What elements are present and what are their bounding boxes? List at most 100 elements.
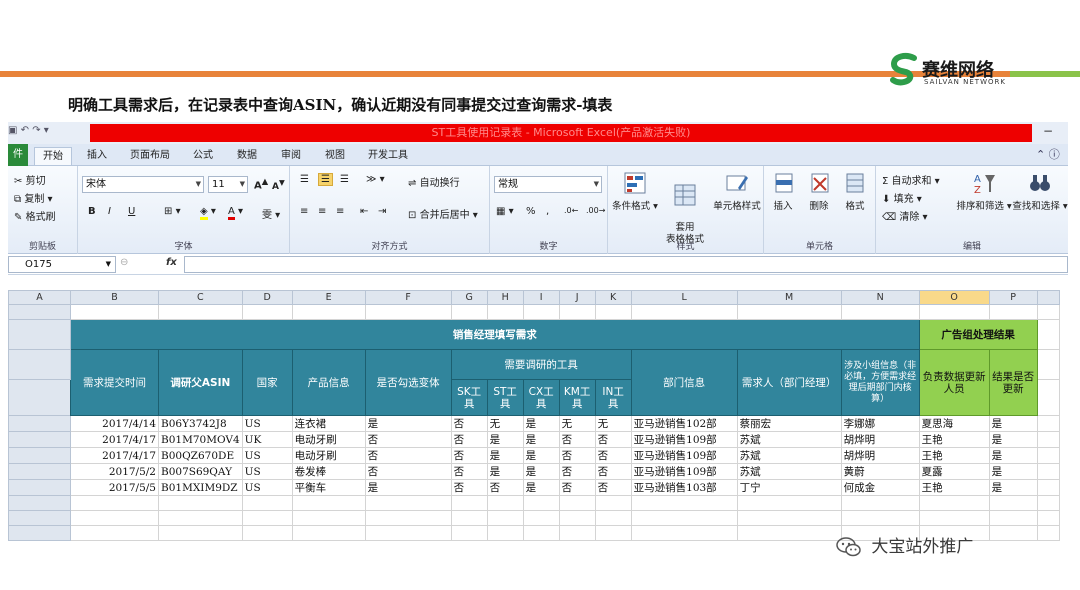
cell-updated[interactable]: 是 — [988, 431, 1038, 448]
tab-insert[interactable]: 插入 — [80, 147, 114, 165]
row-header[interactable] — [8, 319, 71, 350]
comma-button[interactable]: , — [546, 206, 549, 217]
cell-st[interactable]: 是 — [486, 447, 524, 464]
cell[interactable] — [736, 304, 842, 320]
tab-home[interactable]: 开始 — [34, 147, 72, 165]
cell-time[interactable]: 2017/4/17 — [70, 447, 159, 464]
cell[interactable] — [558, 510, 596, 526]
cell[interactable] — [291, 304, 366, 320]
cell-in[interactable]: 无 — [594, 415, 632, 432]
insert-function-icon[interactable]: fx — [166, 257, 177, 268]
cell-dept[interactable]: 亚马逊销售103部 — [630, 479, 738, 496]
cell[interactable] — [364, 495, 452, 511]
cell[interactable] — [1036, 431, 1060, 448]
cell[interactable] — [486, 304, 524, 320]
row-header[interactable] — [8, 379, 71, 416]
cell[interactable] — [988, 510, 1038, 526]
cell[interactable] — [291, 525, 366, 541]
cell[interactable] — [450, 495, 488, 511]
tab-page-layout[interactable]: 页面布局 — [124, 147, 176, 165]
cell[interactable] — [1036, 304, 1060, 320]
formula-input[interactable] — [184, 256, 1068, 273]
formula-bar-expand-icon[interactable]: ⊖ — [120, 257, 128, 268]
column-header[interactable]: D — [241, 290, 293, 305]
cell-team[interactable]: 黄蔚 — [840, 463, 920, 480]
cell[interactable] — [594, 495, 632, 511]
cell-team[interactable]: 何成金 — [840, 479, 920, 496]
cell[interactable] — [70, 495, 159, 511]
row-header[interactable] — [8, 415, 71, 432]
font-color-button[interactable]: A ▾ — [228, 206, 243, 220]
cell-cx[interactable]: 是 — [522, 431, 560, 448]
cell-product[interactable]: 电动牙刷 — [291, 431, 366, 448]
underline-button[interactable]: U — [128, 206, 135, 217]
cell-asin[interactable]: B007S69QAY — [158, 463, 243, 480]
cell-requester[interactable]: 苏斌 — [736, 431, 842, 448]
cell[interactable] — [988, 304, 1038, 320]
cell[interactable] — [630, 525, 738, 541]
cell-variant[interactable]: 否 — [364, 431, 452, 448]
cell[interactable] — [736, 510, 842, 526]
font-size-select[interactable]: 11 ▼ — [208, 176, 248, 193]
cell-product[interactable]: 卷发棒 — [291, 463, 366, 480]
copy-button[interactable]: ⧉ 复制 ▾ — [14, 190, 53, 205]
header-tool-sk[interactable]: SK工具 — [450, 379, 488, 416]
column-header[interactable]: F — [364, 290, 452, 305]
cell-team[interactable]: 胡烨明 — [840, 431, 920, 448]
column-header-selected[interactable]: O — [918, 290, 990, 305]
header-tools-group[interactable]: 需要调研的工具 — [450, 349, 632, 380]
bold-button[interactable]: B — [88, 206, 96, 217]
cell[interactable] — [364, 304, 452, 320]
tab-formulas[interactable]: 公式 — [186, 147, 220, 165]
fill-button[interactable]: ⬇ 填充 ▾ — [882, 190, 922, 205]
cell-product[interactable]: 连衣裙 — [291, 415, 366, 432]
increase-indent-button[interactable]: ⇥ — [378, 206, 386, 217]
cell-country[interactable]: US — [241, 479, 293, 496]
conditional-format-button[interactable]: 条件格式 ▾ — [610, 170, 660, 212]
cell[interactable] — [486, 510, 524, 526]
fill-color-button[interactable]: ◈ ▾ — [200, 206, 216, 220]
header-team[interactable]: 涉及小组信息（非必填，方便需求经理后期部门内核算） — [840, 349, 920, 416]
cell[interactable] — [558, 525, 596, 541]
format-as-table-button[interactable]: 套用 表格格式 — [660, 170, 710, 246]
cell[interactable] — [918, 510, 990, 526]
cell-country[interactable]: US — [241, 415, 293, 432]
cell[interactable] — [918, 495, 990, 511]
row-header[interactable] — [8, 463, 71, 480]
cell-styles-button[interactable]: 单元格样式 — [712, 170, 762, 212]
cell[interactable] — [630, 304, 738, 320]
header-product[interactable]: 产品信息 — [291, 349, 366, 416]
cell-cx[interactable]: 是 — [522, 479, 560, 496]
column-header[interactable]: C — [158, 290, 243, 305]
format-cells-button[interactable]: 格式 — [830, 170, 880, 212]
cell-sk[interactable]: 否 — [450, 479, 488, 496]
cell-owner[interactable]: 王艳 — [918, 431, 990, 448]
cell[interactable] — [158, 510, 243, 526]
cell-variant[interactable]: 否 — [364, 463, 452, 480]
cell[interactable] — [364, 510, 452, 526]
column-header[interactable]: I — [522, 290, 560, 305]
shrink-font-button[interactable]: A▼ — [272, 178, 285, 192]
tab-review[interactable]: 审阅 — [274, 147, 308, 165]
cell[interactable] — [450, 525, 488, 541]
row-header[interactable] — [8, 510, 71, 526]
cell-km[interactable]: 无 — [558, 415, 596, 432]
number-format-select[interactable]: 常规 ▼ — [494, 176, 602, 193]
save-icon[interactable]: ▣ — [8, 125, 17, 136]
header-requester[interactable]: 需求人（部门经理） — [736, 349, 842, 416]
cell[interactable] — [241, 510, 293, 526]
column-header[interactable]: L — [630, 290, 738, 305]
ad-group-header[interactable]: 广告组处理结果 — [918, 319, 1038, 350]
cell-cx[interactable]: 是 — [522, 463, 560, 480]
cell-country[interactable]: US — [241, 447, 293, 464]
font-name-select[interactable]: 宋体 ▼ — [82, 176, 204, 193]
header-tool-km[interactable]: KM工具 — [558, 379, 596, 416]
column-header[interactable]: E — [291, 290, 366, 305]
cut-button[interactable]: ✂ 剪切 — [14, 172, 46, 187]
qat-dropdown-icon[interactable]: ▾ — [44, 125, 49, 136]
column-header[interactable]: N — [840, 290, 920, 305]
cell-owner[interactable]: 王艳 — [918, 447, 990, 464]
cell[interactable] — [594, 510, 632, 526]
cell-variant[interactable]: 否 — [364, 447, 452, 464]
row-header[interactable] — [8, 304, 71, 320]
